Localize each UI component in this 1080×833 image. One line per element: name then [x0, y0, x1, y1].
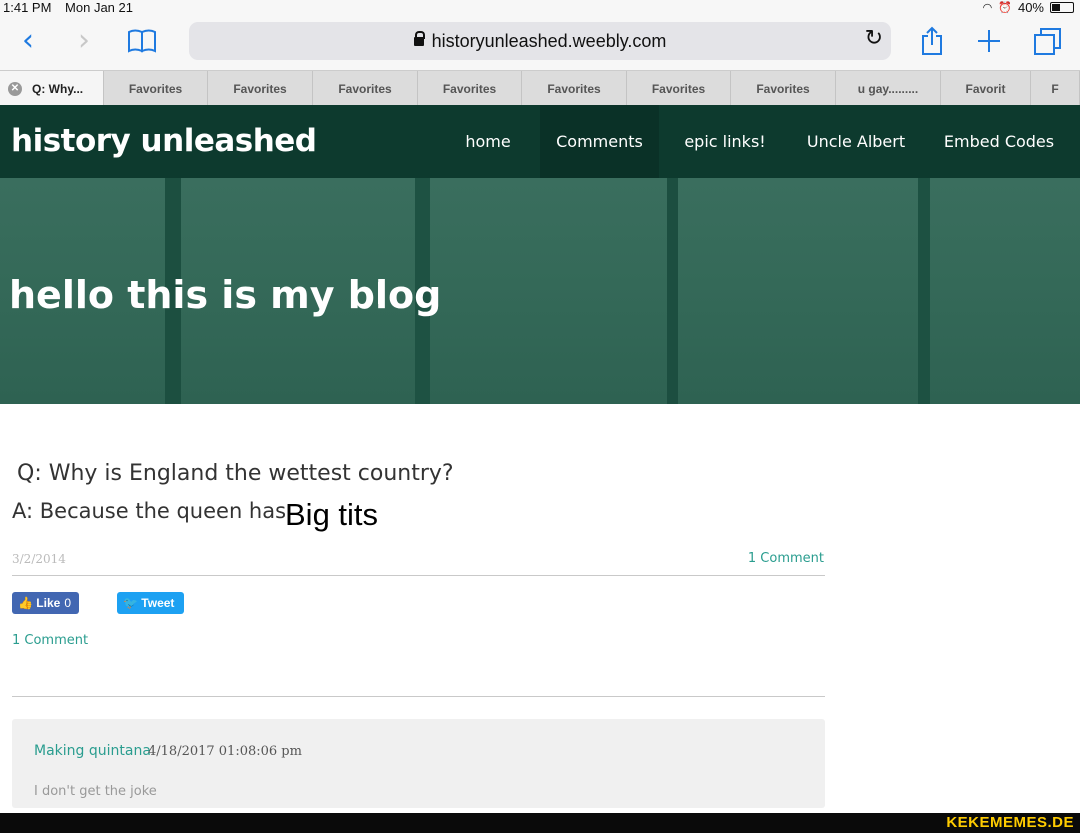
wifi-icon: ◠	[982, 1, 993, 14]
reload-icon[interactable]: ↻	[865, 26, 883, 51]
battery-fill	[1052, 4, 1060, 11]
tab-label: Favorites	[442, 81, 497, 96]
nav-comments[interactable]: Comments	[540, 105, 659, 178]
divider	[12, 575, 825, 576]
tweet-label: Tweet	[141, 596, 175, 610]
post-answer: A: Because the queen has	[12, 499, 287, 523]
tab[interactable]: Favorites	[208, 71, 313, 106]
tab[interactable]: Favorit	[941, 71, 1031, 106]
comment-card: Making quintana 4/18/2017 01:08:06 pm I …	[12, 719, 825, 808]
status-bar: 1:41 PM Mon Jan 21 ◠ ⏰ 40%	[0, 0, 1080, 16]
nav-embed-codes[interactable]: Embed Codes	[935, 105, 1063, 178]
chevron-left-icon[interactable]: ‹	[22, 24, 34, 58]
browser-toolbar: ‹ › historyunleashed.weebly.com ↻	[0, 16, 1080, 70]
twitter-bird-icon: 🐦	[123, 596, 138, 610]
tab[interactable]: Favorites	[522, 71, 627, 106]
post-date: 3/2/2014	[12, 552, 66, 566]
text-cursor	[378, 282, 380, 304]
chevron-right-icon[interactable]: ›	[78, 24, 90, 58]
tab[interactable]: Favorites	[313, 71, 418, 106]
nav-epic-links[interactable]: epic links!	[675, 105, 775, 178]
like-count: 0	[64, 596, 71, 610]
tab[interactable]: Favorites	[418, 71, 522, 106]
address-bar[interactable]: historyunleashed.weebly.com ↻	[189, 22, 891, 60]
share-icon[interactable]	[920, 26, 944, 56]
tab[interactable]: u gay.........	[836, 71, 941, 106]
divider	[12, 696, 825, 697]
status-date: Mon Jan 21	[65, 0, 133, 15]
site-header: history unleashed home Comments epic lin…	[0, 105, 1080, 178]
status-time: 1:41 PM	[3, 0, 52, 15]
comments-link[interactable]: 1 Comment	[12, 633, 88, 648]
alarm-icon: ⏰	[998, 1, 1012, 14]
comment-timestamp: 4/18/2017 01:08:06 pm	[148, 744, 302, 759]
tab-label: F	[1051, 81, 1059, 96]
tab-bar: ✕ Q: Why... Favorites Favorites Favorites…	[0, 70, 1080, 106]
plus-icon[interactable]	[976, 28, 1002, 54]
thumbs-up-icon: 👍	[18, 596, 33, 610]
tab-label: u gay.........	[857, 81, 919, 96]
site-title[interactable]: history unleashed	[11, 123, 317, 159]
facebook-like-button[interactable]: 👍 Like 0	[12, 592, 79, 614]
tab[interactable]: F	[1031, 71, 1080, 106]
watermark-text: KEKEMEMES.DE	[946, 814, 1074, 831]
tab-label: Q: Why...	[32, 81, 84, 96]
banner-heading: hello this is my blog	[9, 273, 442, 317]
battery-percent: 40%	[1017, 0, 1044, 15]
close-icon[interactable]: ✕	[8, 81, 22, 96]
tweet-button[interactable]: 🐦 Tweet	[117, 592, 184, 614]
post-punchline: Big tits	[285, 497, 379, 532]
nav-uncle-albert[interactable]: Uncle Albert	[795, 105, 917, 178]
tab-label: Favorites	[338, 81, 392, 96]
post-question: Q: Why is England the wettest country?	[17, 461, 454, 486]
comment-text: I don't get the joke	[34, 784, 157, 799]
url-text: historyunleashed.weebly.com	[431, 31, 667, 51]
watermark-bar: KEKEMEMES.DE	[0, 813, 1080, 833]
tab[interactable]: Favorites	[627, 71, 731, 106]
like-label: Like	[36, 596, 61, 610]
comment-count-link[interactable]: 1 Comment	[748, 551, 824, 566]
comment-author[interactable]: Making quintana	[34, 743, 151, 759]
tab-label: Favorites	[128, 81, 183, 96]
tab-label: Favorites	[547, 81, 601, 96]
lock-icon	[413, 31, 425, 46]
tab[interactable]: Favorites	[104, 71, 208, 106]
tab-label: Favorit	[965, 81, 1006, 96]
tab-label: Favorites	[756, 81, 810, 96]
hero-banner: hello this is my blog	[0, 178, 1080, 404]
nav-home[interactable]: home	[448, 105, 528, 178]
tab[interactable]: Favorites	[731, 71, 836, 106]
tab-label: Favorites	[233, 81, 287, 96]
battery-icon	[1050, 2, 1074, 13]
tab-label: Favorites	[651, 81, 706, 96]
tab-active[interactable]: ✕ Q: Why...	[0, 71, 104, 106]
book-icon[interactable]	[127, 28, 157, 54]
tabs-icon[interactable]	[1033, 26, 1063, 56]
